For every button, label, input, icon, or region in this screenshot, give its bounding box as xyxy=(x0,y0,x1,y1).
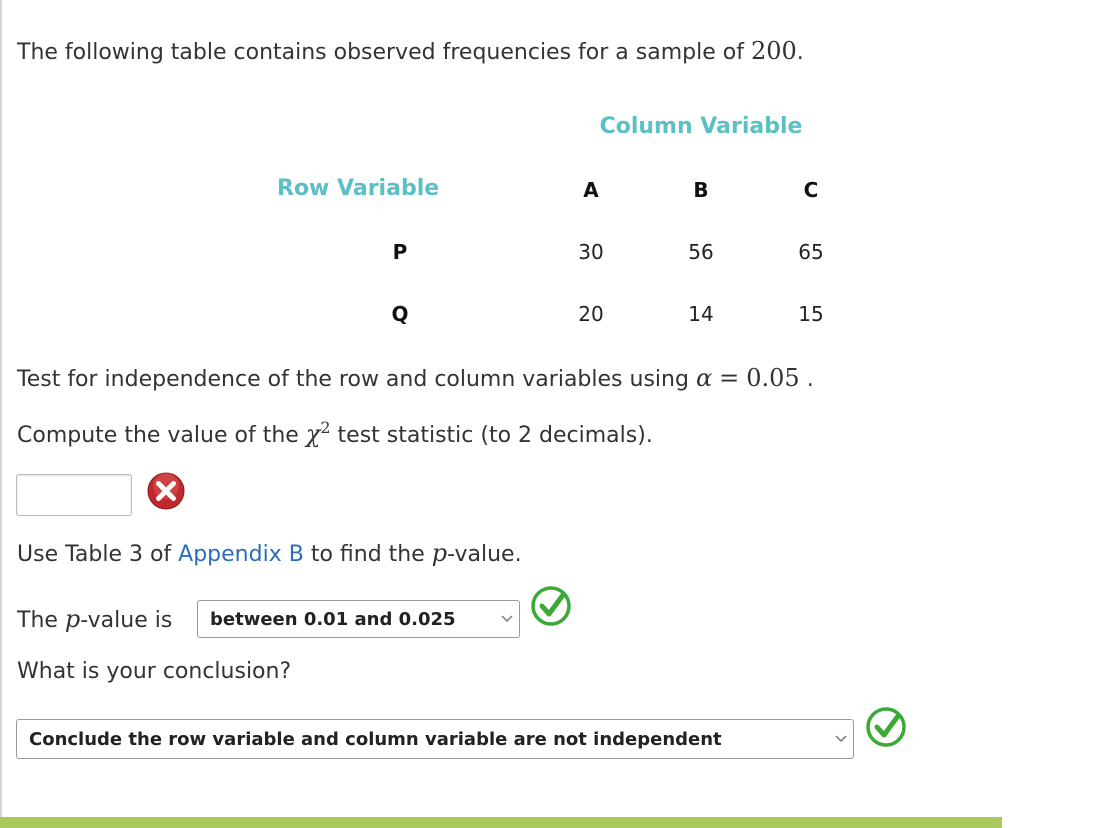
pvalue-dropdown[interactable]: between 0.01 and 0.025 xyxy=(197,600,520,638)
alpha-symbol: α xyxy=(695,364,713,392)
row-label-p: P xyxy=(392,240,408,264)
table-cell: 20 xyxy=(578,302,604,326)
appendix-b-link[interactable]: Appendix B xyxy=(178,542,304,567)
test-period: . xyxy=(806,367,814,392)
chi-square-answer-input[interactable] xyxy=(16,474,132,516)
column-variable-label: Column Variable xyxy=(599,114,803,139)
compute-after: test statistic (to 2 decimals). xyxy=(337,423,653,448)
row-label-q: Q xyxy=(391,302,409,326)
intro-sentence: The following table contains observed fr… xyxy=(17,40,744,65)
table-cell: 65 xyxy=(798,240,824,264)
intro-period: . xyxy=(796,40,804,65)
p-symbol: p xyxy=(64,605,81,633)
test-sentence: Test for independence of the row and col… xyxy=(17,367,689,392)
pvalue-before: The xyxy=(17,608,58,633)
left-border xyxy=(0,0,2,828)
test-instruction: Test for independence of the row and col… xyxy=(17,364,814,392)
alpha-value: 0.05 xyxy=(746,364,800,392)
progress-bar xyxy=(0,817,1002,828)
compute-instruction: Compute the value of the χ2 test statist… xyxy=(17,418,653,448)
equals-sign: = xyxy=(719,364,740,392)
question-page: The following table contains observed fr… xyxy=(0,0,1096,828)
pvalue-after: -value is xyxy=(80,608,173,633)
pvalue-label: The p-value is xyxy=(17,605,172,633)
correct-icon xyxy=(864,705,908,749)
table-reference: Use Table 3 of Appendix B to find the p-… xyxy=(17,539,522,567)
table-cell: 30 xyxy=(578,240,604,264)
pvalue-selected: between 0.01 and 0.025 xyxy=(210,608,456,630)
chi-letter: χ xyxy=(305,420,321,448)
table-cell: 14 xyxy=(688,302,714,326)
column-header-a: A xyxy=(583,178,599,202)
column-header-c: C xyxy=(803,178,819,202)
p-symbol: p xyxy=(431,539,448,567)
intro-text: The following table contains observed fr… xyxy=(17,37,804,65)
chi-superscript: 2 xyxy=(320,418,331,437)
chi-symbol: χ2 xyxy=(305,418,331,448)
chevron-down-icon xyxy=(829,734,853,744)
conclusion-selected: Conclude the row variable and column var… xyxy=(29,728,722,750)
table-ref-before: Use Table 3 of xyxy=(17,542,172,567)
compute-before: Compute the value of the xyxy=(17,423,299,448)
column-header-b: B xyxy=(693,178,709,202)
chevron-down-icon xyxy=(495,614,519,624)
conclusion-dropdown[interactable]: Conclude the row variable and column var… xyxy=(16,719,854,759)
conclusion-question: What is your conclusion? xyxy=(17,659,292,684)
incorrect-icon xyxy=(146,471,186,511)
table-ref-after: -value. xyxy=(447,542,522,567)
table-cell: 56 xyxy=(688,240,714,264)
sample-size: 200 xyxy=(750,37,797,65)
table-cell: 15 xyxy=(798,302,824,326)
table-ref-middle: to find the xyxy=(310,542,425,567)
row-variable-label: Row Variable xyxy=(277,176,440,201)
correct-icon xyxy=(529,584,573,628)
